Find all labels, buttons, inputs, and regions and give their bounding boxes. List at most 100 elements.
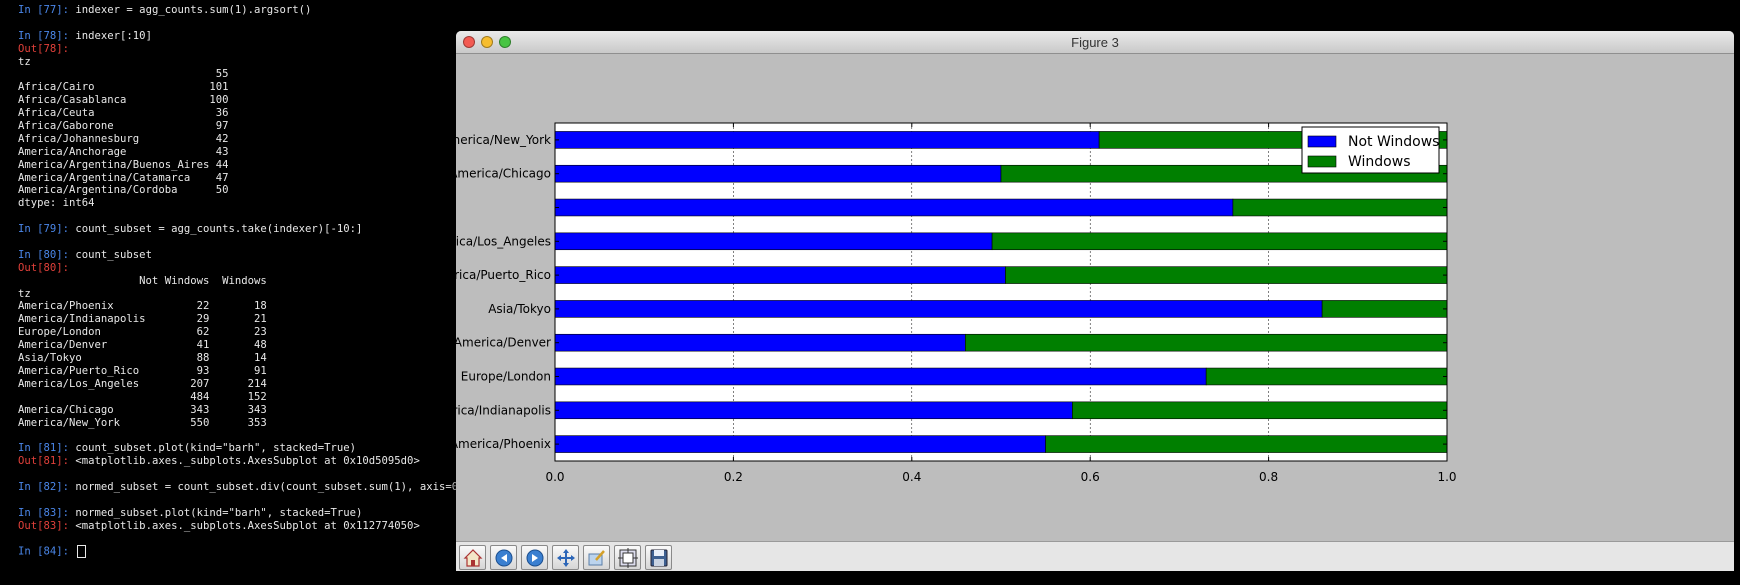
y-tick-label: America/Puerto_Rico (456, 268, 551, 282)
terminal-line: Africa/Casablanca 100 (18, 94, 464, 107)
y-tick-label: America/New_York (456, 133, 551, 147)
terminal-line-text: indexer = agg_counts.sum(1).argsort() (75, 4, 312, 16)
terminal-line: Africa/Ceuta 36 (18, 107, 464, 120)
terminal-line: Asia/Tokyo 88 14 (18, 352, 464, 365)
legend-swatch (1307, 155, 1337, 168)
terminal-line-text: America/Puerto_Rico 93 91 (18, 364, 267, 377)
move-icon (557, 549, 575, 567)
input-prompt: In [81]: (18, 442, 76, 455)
navigation-toolbar (456, 541, 1734, 571)
x-tick-label: 0.8 (1259, 470, 1278, 484)
terminal-line: America/Puerto_Rico 93 91 (18, 365, 464, 378)
legend-swatch (1307, 135, 1337, 148)
terminal-line: tz (18, 56, 464, 69)
terminal-line-text: America/Indianapolis 29 21 (18, 313, 267, 326)
input-prompt: In [78]: (18, 29, 76, 42)
terminal-line-text: America/Argentina/Catamarca 47 (18, 171, 229, 184)
legend-label: Not Windows (1348, 134, 1439, 150)
terminal-line: Out[81]: <matplotlib.axes._subplots.Axes… (18, 455, 464, 468)
terminal-line: In [81]: count_subset.plot(kind="barh", … (18, 442, 464, 455)
x-tick-label: 0.2 (724, 470, 743, 484)
terminal-line: America/Argentina/Catamarca 47 (18, 172, 464, 185)
subplots-button[interactable] (614, 545, 641, 570)
terminal-line-text: Africa/Ceuta 36 (18, 107, 229, 120)
x-tick-label: 0.6 (1081, 470, 1100, 484)
terminal-line: America/Argentina/Buenos_Aires 44 (18, 159, 464, 172)
bar-not-windows (554, 164, 1002, 183)
terminal-line: In [84]: (18, 545, 464, 559)
bar-windows (1045, 435, 1448, 453)
bar-windows (1321, 300, 1448, 318)
save-button[interactable] (645, 545, 672, 570)
terminal-line-text: 484 152 (18, 390, 267, 403)
terminal-line: Out[83]: <matplotlib.axes._subplots.Axes… (18, 520, 464, 533)
y-tick-label: Asia/Tokyo (488, 302, 551, 316)
legend-label: Windows (1348, 154, 1411, 170)
terminal-line: Africa/Cairo 101 (18, 81, 464, 94)
y-tick-label: America/Denver (456, 336, 551, 350)
plot-area[interactable]: 0.0 0.2 0.4 0.6 0.8 1.0 America/Phoenix America… (456, 54, 1734, 541)
terminal-line-text: America/Argentina/Cordoba 50 (18, 184, 229, 197)
terminal-line-text: normed_subset = count_subset.div(count_s… (75, 480, 465, 493)
terminal-line-text: count_subset = agg_counts.take(indexer)[… (75, 223, 363, 236)
terminal-line-text: America/Phoenix 22 18 (18, 300, 267, 313)
terminal-line-text: America/Argentina/Buenos_Aires 44 (18, 158, 229, 171)
title-bar[interactable]: Figure 3 (456, 31, 1734, 54)
bar-not-windows (554, 266, 1006, 284)
terminal-line-text: normed_subset.plot(kind="barh", stacked=… (75, 506, 363, 519)
y-tick-label: America/Chicago (456, 167, 551, 181)
back-arrow-icon (495, 549, 513, 567)
terminal-line-text: America/Chicago 343 343 (18, 403, 267, 416)
x-tick-label: 1.0 (1437, 470, 1456, 484)
subplots-icon (618, 548, 638, 568)
terminal-line: America/Denver 41 48 (18, 339, 464, 352)
bar-not-windows (554, 367, 1207, 386)
input-prompt: In [80]: (18, 248, 76, 261)
zoom-button[interactable] (583, 545, 610, 570)
terminal-line: Out[78]: (18, 43, 464, 56)
terminal-line-text: America/Anchorage 43 (18, 145, 229, 158)
bar-windows (965, 333, 1448, 352)
terminal-line: In [77]: indexer = agg_counts.sum(1).arg… (18, 4, 464, 17)
stacked-bar-chart: 0.0 0.2 0.4 0.6 0.8 1.0 America/Phoenix America… (456, 122, 1457, 484)
window-title: Figure 3 (1071, 35, 1119, 50)
terminal-line-text: 55 (18, 68, 229, 81)
terminal-line-text: Africa/Cairo 101 (18, 81, 229, 94)
input-prompt: In [79]: (18, 223, 76, 236)
forward-arrow-icon (526, 549, 544, 567)
input-prompt: In [82]: (18, 480, 76, 493)
x-tick-label: 0.4 (902, 470, 921, 484)
terminal-line: In [80]: count_subset (18, 249, 464, 262)
figure-window: Figure 3 0.0 0.2 0.4 0.6 0.8 1.0 America/Phoen… (456, 31, 1734, 571)
bar-not-windows (554, 232, 993, 251)
terminal-line: In [79]: count_subset = agg_counts.take(… (18, 223, 464, 236)
floppy-disk-icon (650, 549, 668, 567)
home-button[interactable] (459, 545, 486, 570)
x-tick-label: 0.0 (545, 470, 564, 484)
terminal-line-text: Africa/Casablanca 100 (18, 94, 229, 107)
terminal-line: America/Indianapolis 29 21 (18, 313, 464, 326)
terminal-panel[interactable]: In [77]: indexer = agg_counts.sum(1).arg… (0, 0, 464, 585)
terminal-line: America/Chicago 343 343 (18, 404, 464, 417)
terminal-line: America/Phoenix 22 18 (18, 300, 464, 313)
input-prompt: In [83]: (18, 506, 76, 519)
forward-button[interactable] (521, 545, 548, 570)
bar-windows (1232, 198, 1448, 217)
terminal-line: 484 152 (18, 391, 464, 404)
terminal-line: Europe/London 62 23 (18, 326, 464, 339)
pan-button[interactable] (552, 545, 579, 570)
terminal-line: 55 (18, 68, 464, 81)
terminal-line: America/New_York 550 353 (18, 417, 464, 430)
back-button[interactable] (490, 545, 517, 570)
terminal-line-text: Europe/London 62 23 (18, 326, 267, 339)
terminal-output: In [77]: indexer = agg_counts.sum(1).arg… (18, 4, 465, 559)
y-tick-label: Europe/London (461, 370, 551, 384)
output-prompt: Out[78]: (18, 42, 70, 55)
